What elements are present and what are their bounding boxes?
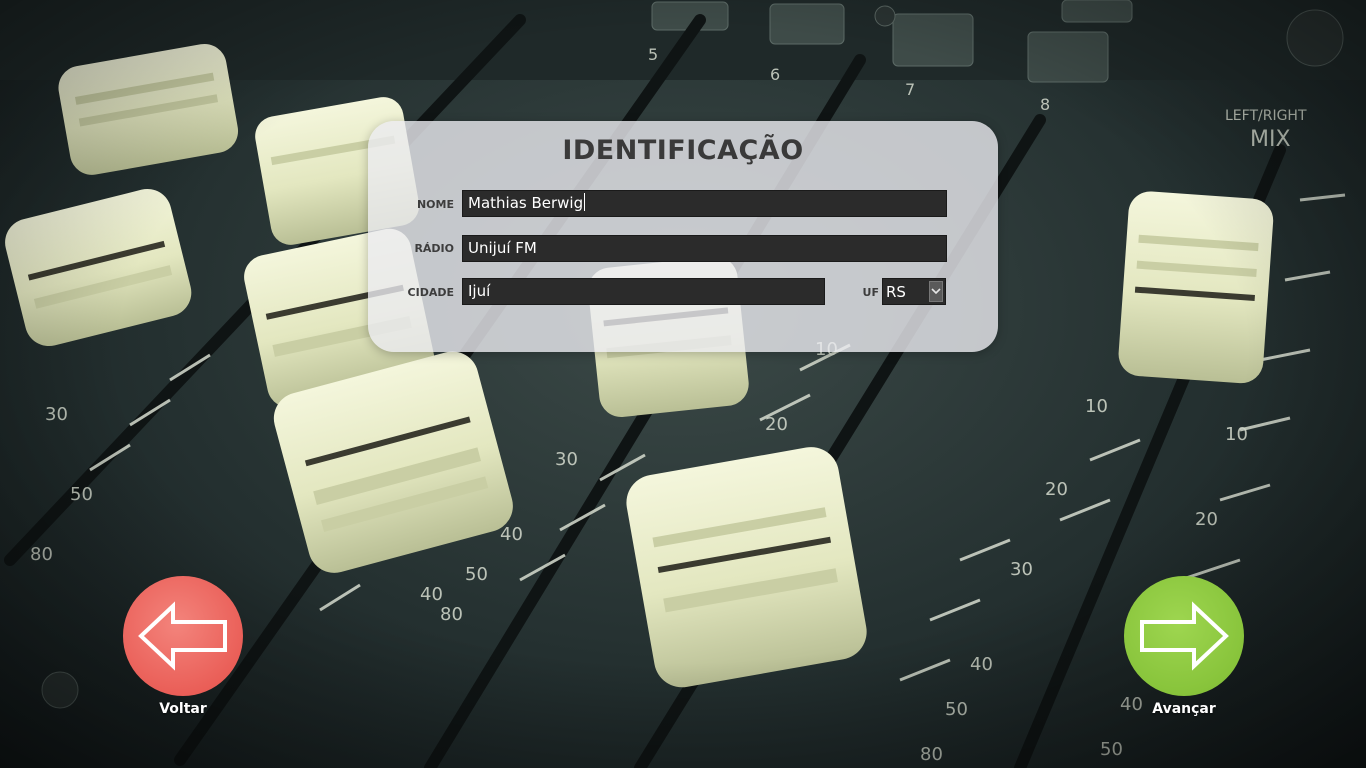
cidade-input[interactable]: Ijuí (462, 278, 825, 305)
next-button-label[interactable]: Avançar (1114, 701, 1254, 717)
radio-value: Unijuí FM (468, 239, 537, 257)
app-screen: 30 50 80 40 50 80 30 40 20 10 20 30 10 2… (0, 0, 1366, 768)
back-button[interactable] (123, 576, 243, 696)
back-button-label[interactable]: Voltar (113, 701, 253, 717)
radio-input[interactable]: Unijuí FM (462, 235, 947, 262)
arrow-right-icon (1140, 601, 1229, 671)
card-title: IDENTIFICAÇÃO (562, 135, 804, 166)
uf-selected-value: RS (886, 283, 906, 301)
identification-card: IDENTIFICAÇÃO NOME Mathias Berwig RÁDIO … (368, 121, 998, 352)
chevron-down-icon[interactable] (929, 281, 943, 302)
text-caret (584, 193, 586, 211)
cidade-value: Ijuí (468, 282, 491, 300)
next-button[interactable] (1124, 576, 1244, 696)
cidade-label: CIDADE (407, 286, 454, 299)
arrow-left-icon (138, 601, 227, 671)
nome-value: Mathias Berwig (468, 194, 584, 212)
nome-label: NOME (416, 198, 454, 211)
radio-label: RÁDIO (414, 242, 454, 255)
uf-select[interactable]: RS (882, 278, 946, 305)
nome-input[interactable]: Mathias Berwig (462, 190, 947, 217)
uf-label: UF (862, 286, 879, 299)
